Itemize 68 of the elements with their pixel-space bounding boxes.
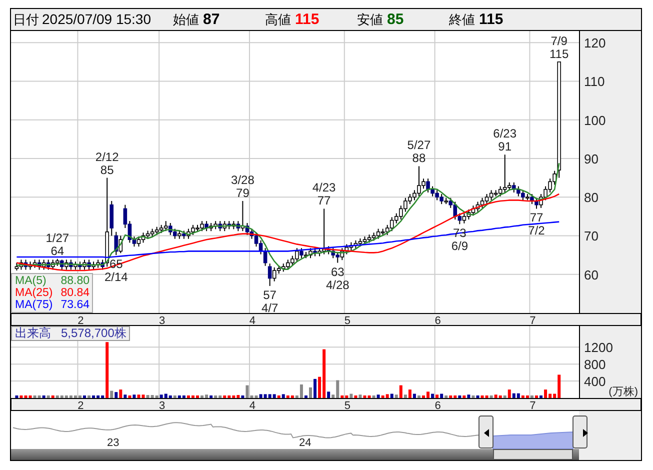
price-tick-label: 60 (584, 267, 598, 282)
month-label: 7 (530, 315, 536, 326)
field-label: 始値 (173, 12, 199, 28)
price-annotation: 2/12 85 (95, 150, 119, 177)
field-value: 115 (479, 10, 504, 28)
price-tick-label: 100 (584, 112, 606, 128)
price-annotation: 6/23 91 (493, 126, 517, 154)
candlestick (484, 194, 489, 205)
field-value: 115 (295, 10, 320, 28)
month-label: 7 (530, 400, 536, 411)
price-annotation: 4/23 77 (312, 180, 336, 208)
legend-value: 80.84 (60, 287, 90, 299)
month-label: 4 (249, 315, 256, 326)
legend-value: 73.64 (60, 299, 90, 311)
candlestick (268, 263, 272, 286)
candlestick (376, 228, 380, 240)
price-annotation: 1/27 64 (46, 230, 70, 258)
price-annotation: 3/28 79 (231, 172, 254, 200)
legend-value: 88.80 (60, 275, 90, 287)
volume-value: 5,578,700株 (61, 327, 126, 340)
candlestick (164, 220, 168, 232)
volume-label: 出来高 (15, 327, 51, 340)
price-tick-label: 70 (584, 228, 598, 244)
candlestick (136, 236, 141, 248)
field-value: 87 (203, 10, 220, 28)
volume-tick-label: 400 (584, 374, 606, 390)
candlestick (480, 197, 484, 208)
price-tick-label: 80 (584, 190, 598, 206)
scroll-handle[interactable] (572, 416, 588, 448)
legend-label: MA(25) (15, 287, 53, 299)
price-annotation: 57 4/7 (261, 288, 278, 315)
axis-background (579, 326, 641, 398)
candlestick (254, 232, 258, 248)
unit-label: (万株) (608, 386, 638, 398)
scroll-handle[interactable] (478, 416, 494, 448)
date-label: 日付 (13, 12, 39, 28)
field-label: 安値 (357, 12, 383, 28)
month-label: 2 (78, 315, 84, 326)
candlestick (489, 190, 494, 201)
month-label: 3 (159, 315, 166, 326)
price-tick-label: 90 (584, 151, 598, 166)
price-annotation: 7/9 115 (550, 34, 569, 61)
price-tick-label: 110 (584, 74, 605, 90)
month-label: 5 (344, 315, 350, 326)
volume-tick-label: 1200 (584, 340, 613, 356)
price-annotation: 5/27 88 (407, 138, 431, 166)
year-label: 24 (299, 437, 312, 449)
field-label: 高値 (265, 12, 291, 28)
candlestick (462, 212, 466, 224)
month-label: 3 (159, 400, 166, 411)
scrollbar-thumb[interactable] (493, 449, 573, 460)
year-label: 23 (107, 437, 120, 449)
price-annotation: 63 4/28 (326, 264, 350, 292)
month-label: 2 (78, 400, 84, 411)
price-tick-label: 120 (584, 36, 606, 51)
month-label: 6 (434, 315, 441, 326)
legend-label: MA(5) (15, 275, 46, 287)
legend-label: MA(75) (15, 299, 53, 311)
field-value: 85 (387, 10, 404, 28)
month-label: 5 (344, 400, 350, 411)
date-value: 2025/07/09 15:30 (42, 10, 151, 26)
candlestick (114, 231, 118, 256)
month-label: 6 (434, 400, 441, 411)
price-annotation: 77 7/2 (528, 210, 545, 238)
field-label: 終値 (449, 12, 475, 28)
volume-tick-label: 800 (584, 357, 606, 372)
candlestick (110, 200, 114, 236)
month-label: 4 (249, 400, 256, 411)
